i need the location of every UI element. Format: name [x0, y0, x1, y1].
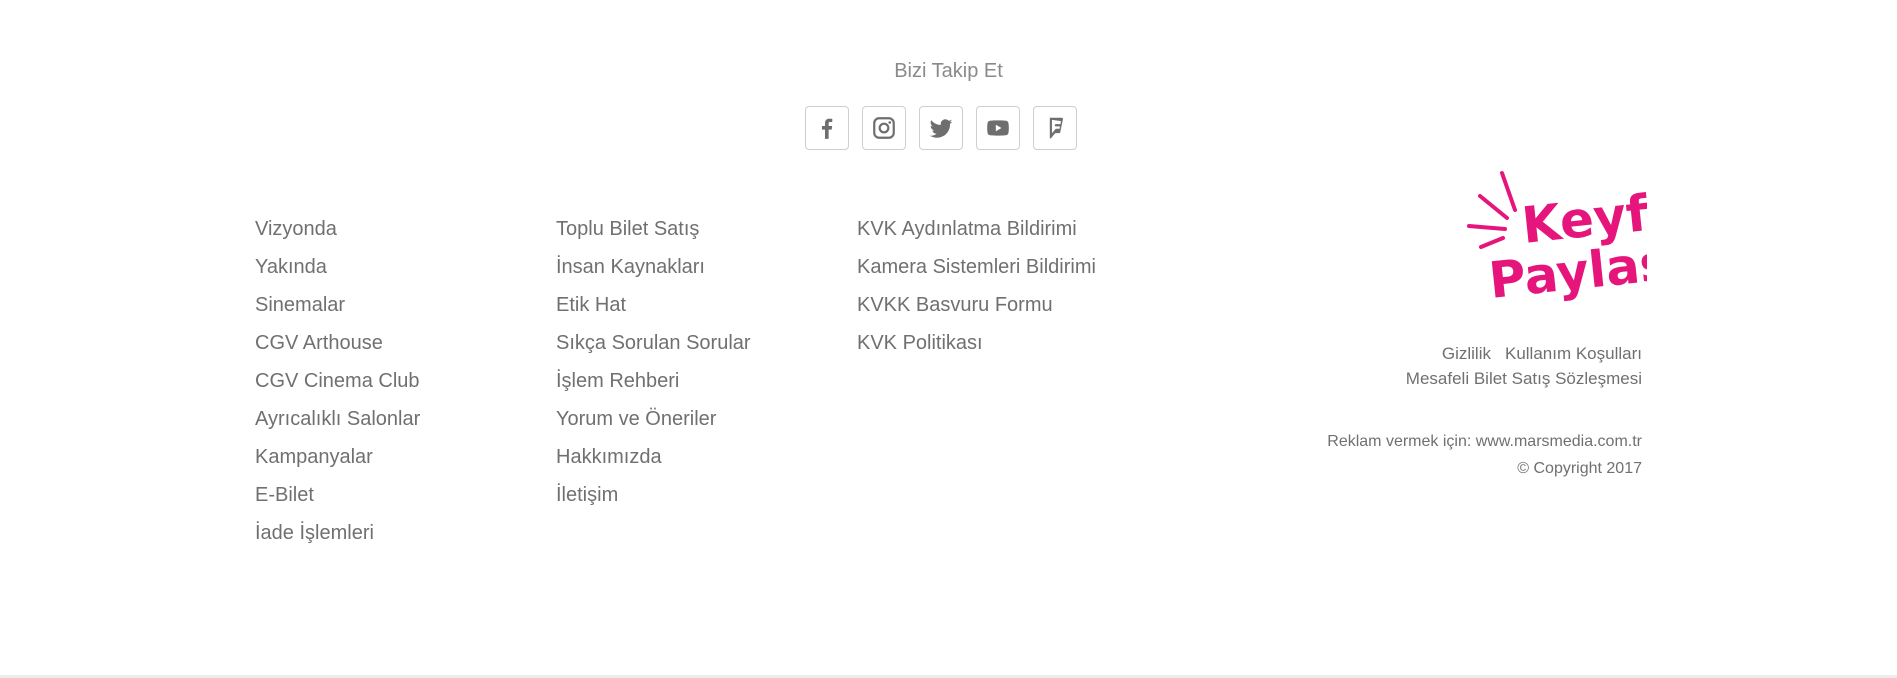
follow-title: Bizi Takip Et	[894, 60, 1003, 82]
distance-contract-link[interactable]: Mesafeli Bilet Satış Sözleşmesi	[1406, 369, 1642, 388]
twitter-icon	[929, 119, 953, 138]
social-links	[805, 106, 1077, 150]
footer-link-yorum-ve-oneriler[interactable]: Yorum ve Öneriler	[556, 400, 751, 438]
footer-link-e-bilet[interactable]: E-Bilet	[255, 476, 420, 514]
twitter-button[interactable]	[919, 106, 963, 150]
footer-link-islem-rehberi[interactable]: İşlem Rehberi	[556, 362, 751, 400]
footer-link-sinemalar[interactable]: Sinemalar	[255, 286, 420, 324]
foursquare-button[interactable]	[1033, 106, 1077, 150]
privacy-link[interactable]: Gizlilik	[1442, 344, 1491, 363]
youtube-button[interactable]	[976, 106, 1020, 150]
facebook-button[interactable]	[805, 106, 849, 150]
footer-link-ayricalikli-salonlar[interactable]: Ayrıcalıklı Salonlar	[255, 400, 420, 438]
instagram-button[interactable]	[862, 106, 906, 150]
advert-block: Reklam vermek için: www.marsmedia.com.tr…	[1327, 428, 1642, 482]
footer-link-toplu-bilet-satis[interactable]: Toplu Bilet Satış	[556, 210, 751, 248]
footer-link-kamera-sistemleri[interactable]: Kamera Sistemleri Bildirimi	[857, 248, 1096, 286]
footer-link-kvkk-basvuru[interactable]: KVKK Basvuru Formu	[857, 286, 1096, 324]
foursquare-icon	[1048, 117, 1063, 139]
footer-link-sss[interactable]: Sıkça Sorulan Sorular	[556, 324, 751, 362]
footer-link-kvk-politikasi[interactable]: KVK Politikası	[857, 324, 1096, 362]
footer-link-insan-kaynaklari[interactable]: İnsan Kaynakları	[556, 248, 751, 286]
footer-link-kvk-aydinlatma[interactable]: KVK Aydınlatma Bildirimi	[857, 210, 1096, 248]
footer-link-cgv-cinema-club[interactable]: CGV Cinema Club	[255, 362, 420, 400]
footer-link-hakkimizda[interactable]: Hakkımızda	[556, 438, 751, 476]
instagram-icon	[873, 117, 895, 139]
advert-text: Reklam vermek için: www.marsmedia.com.tr	[1327, 433, 1642, 450]
copyright-text: © Copyright 2017	[1517, 460, 1642, 477]
keyfi-paylas-logo: Keyfi Paylaş	[1467, 171, 1647, 310]
footer-link-cgv-arthouse[interactable]: CGV Arthouse	[255, 324, 420, 362]
footer-link-etik-hat[interactable]: Etik Hat	[556, 286, 751, 324]
footer-column-1: Vizyonda Yakında Sinemalar CGV Arthouse …	[255, 210, 420, 552]
footer-column-3: KVK Aydınlatma Bildirimi Kamera Sistemle…	[857, 210, 1096, 362]
footer-link-iletisim[interactable]: İletişim	[556, 476, 751, 514]
facebook-icon	[821, 118, 833, 139]
footer-link-yakinda[interactable]: Yakında	[255, 248, 420, 286]
terms-link[interactable]: Kullanım Koşulları	[1505, 344, 1642, 363]
svg-text:Paylaş: Paylaş	[1486, 233, 1647, 310]
youtube-icon	[987, 120, 1009, 136]
footer-link-vizyonda[interactable]: Vizyonda	[255, 210, 420, 248]
footer-column-2: Toplu Bilet Satış İnsan Kaynakları Etik …	[556, 210, 751, 514]
footer-link-iade-islemleri[interactable]: İade İşlemleri	[255, 514, 420, 552]
footer-link-kampanyalar[interactable]: Kampanyalar	[255, 438, 420, 476]
legal-links: Gizlilik Kullanım Koşulları Mesafeli Bile…	[1406, 341, 1642, 391]
